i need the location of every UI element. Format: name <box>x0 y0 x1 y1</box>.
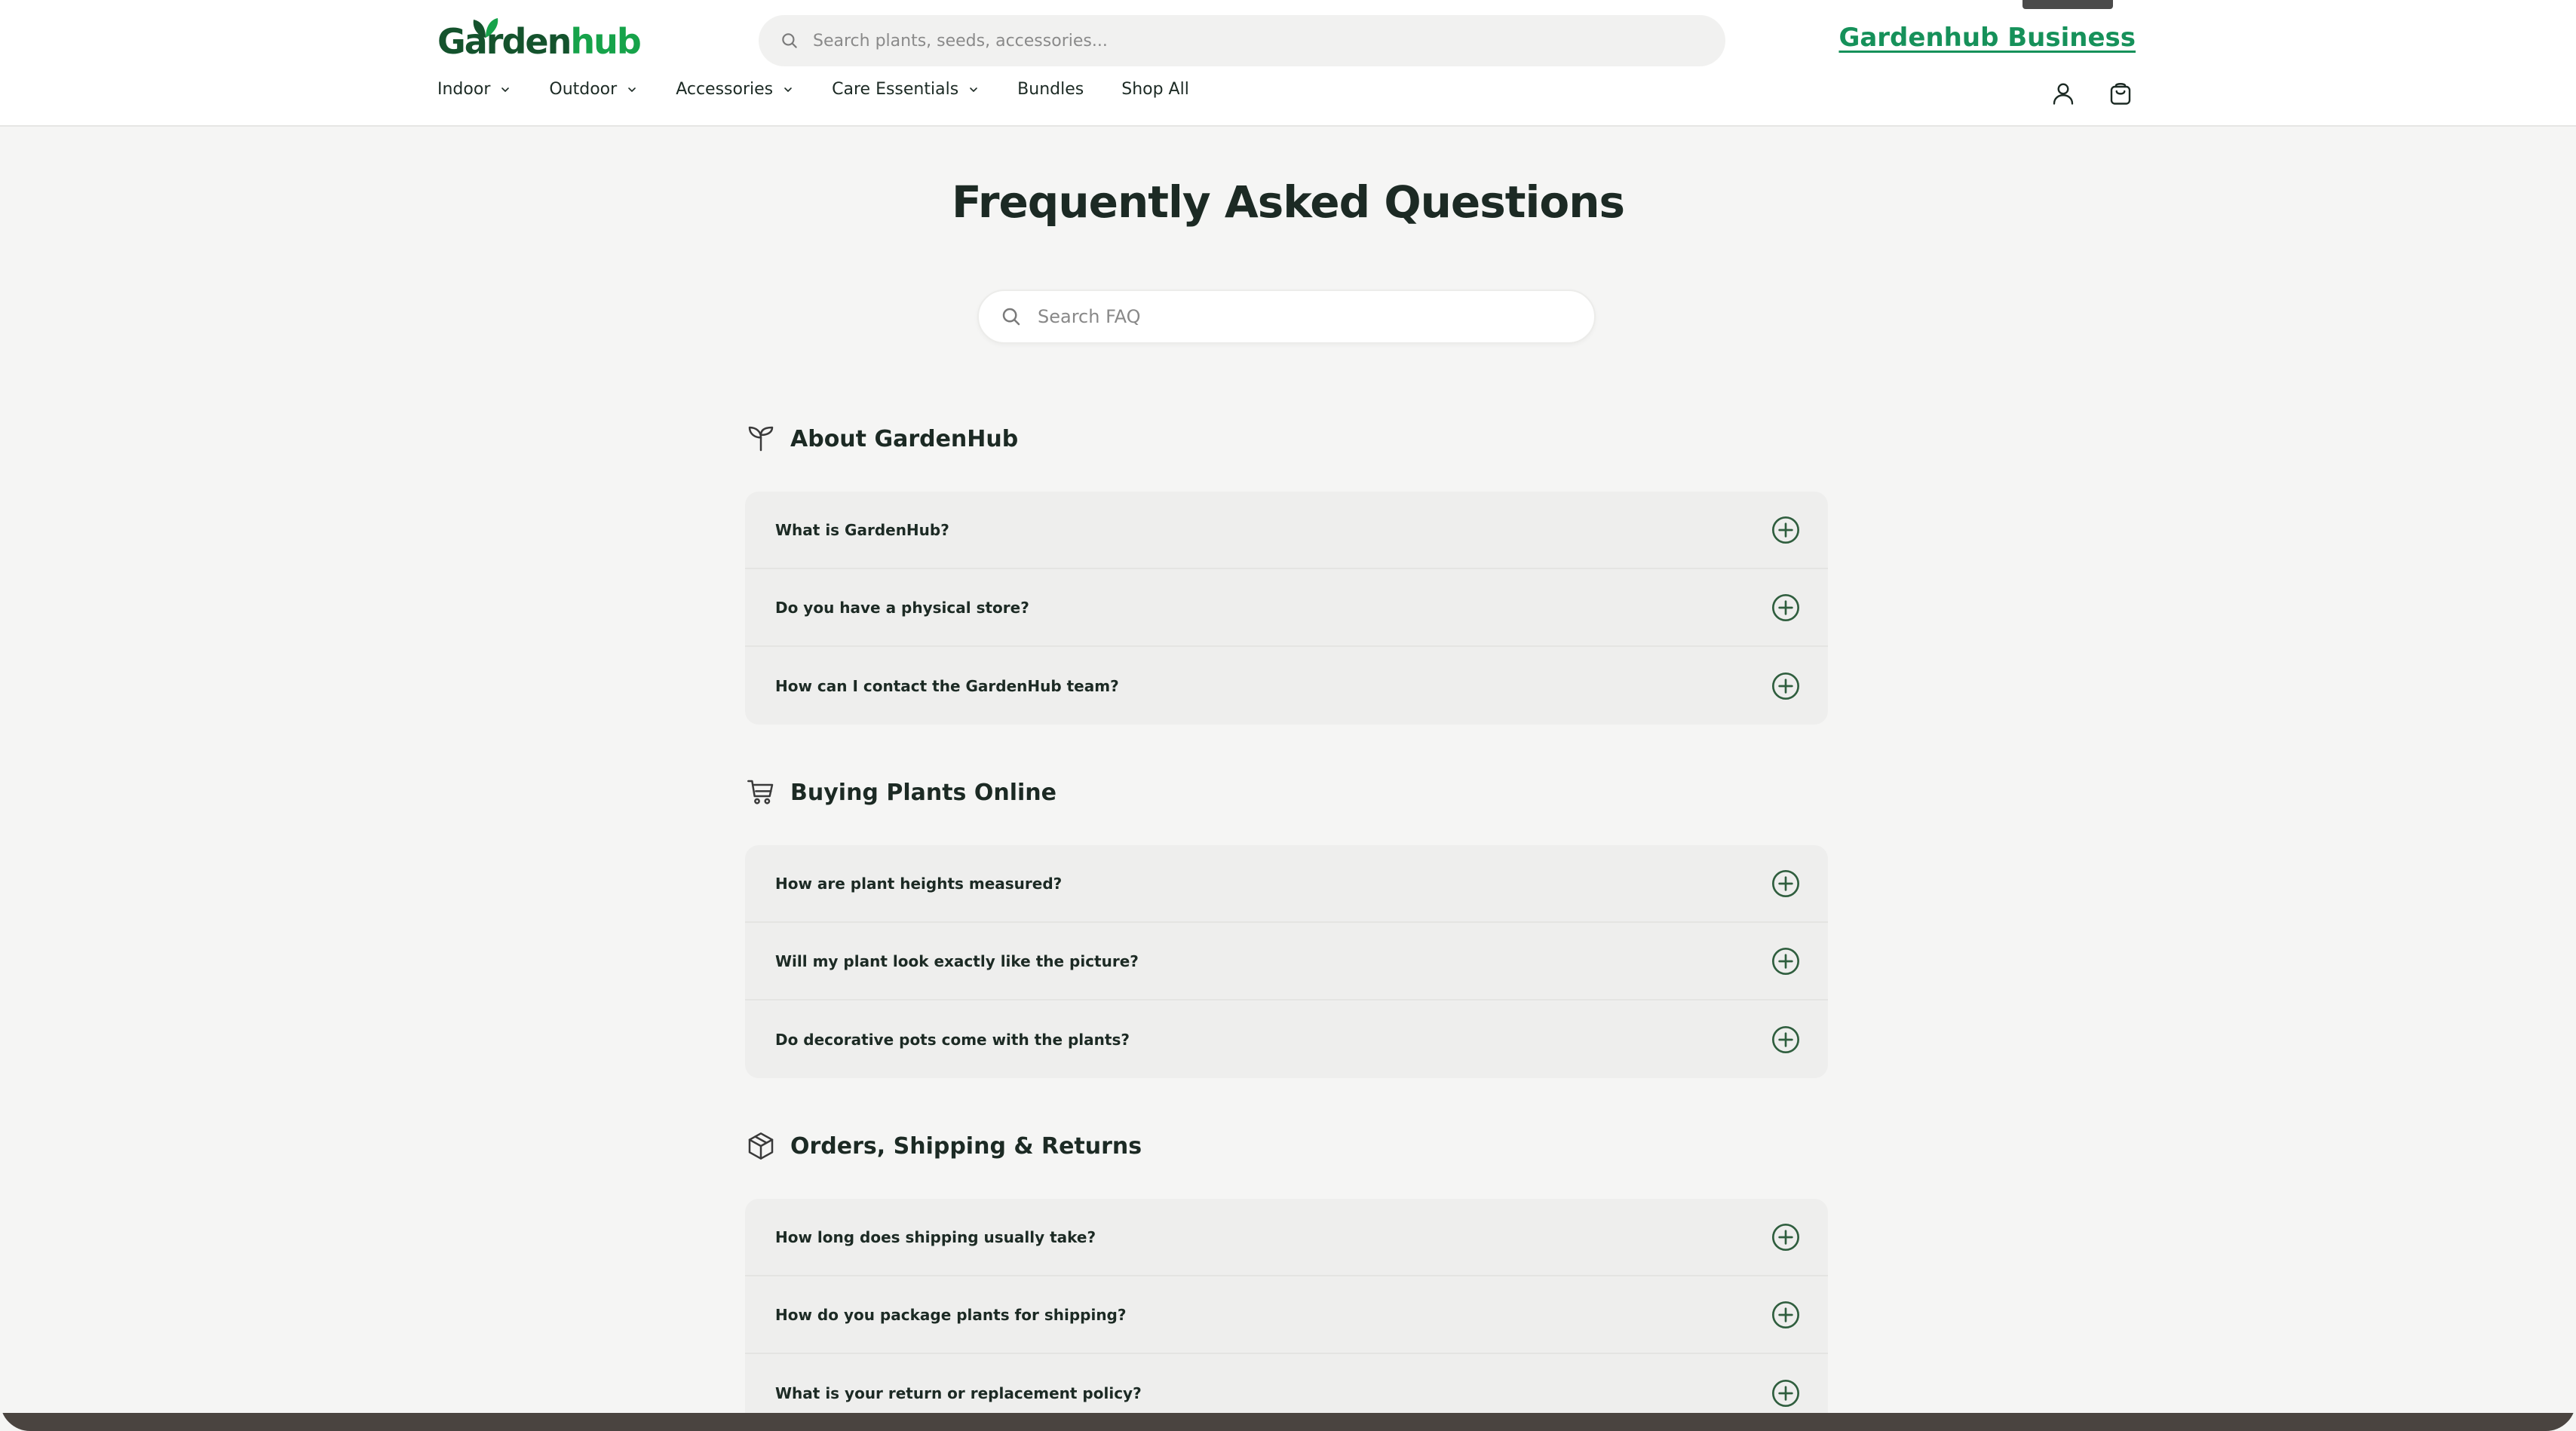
nav-item-indoor[interactable]: Indoor <box>437 80 511 99</box>
faq-search[interactable] <box>977 290 1596 344</box>
faq-question[interactable]: How can I contact the GardenHub team? <box>745 647 1828 725</box>
plus-circle-icon[interactable] <box>1771 671 1801 701</box>
nav-item-care-essentials[interactable]: Care Essentials <box>832 80 980 99</box>
faq-question[interactable]: How are plant heights measured? <box>745 845 1828 923</box>
nav-item-label: Care Essentials <box>832 80 959 99</box>
question-text: How do you package plants for shipping? <box>775 1305 1127 1324</box>
browser-page: Gardenhub Gardenhub Business Indoor Outd… <box>0 0 2576 1431</box>
chevron-down-icon <box>628 87 636 92</box>
faq-question[interactable]: What is GardenHub? <box>745 492 1828 569</box>
nav-item-label: Accessories <box>676 80 774 99</box>
nav-item-bundles[interactable]: Bundles <box>1017 80 1084 99</box>
question-text: Do decorative pots come with the plants? <box>775 1030 1130 1049</box>
page-content: Gardenhub Gardenhub Business Indoor Outd… <box>0 0 2576 1413</box>
nav-item-accessories[interactable]: Accessories <box>676 80 794 99</box>
nav-item-label: Shop All <box>1121 80 1189 99</box>
plus-circle-icon[interactable] <box>1771 1222 1801 1252</box>
logo-text-hub: hub <box>570 21 641 62</box>
faq-section-buying: Buying Plants Online How are plant heigh… <box>745 774 1828 1078</box>
cart-button[interactable] <box>2104 77 2137 110</box>
plus-circle-icon[interactable] <box>1771 1300 1801 1330</box>
faq-section-about: About GardenHub What is GardenHub? Do yo… <box>745 421 1828 725</box>
chevron-down-icon <box>501 87 510 92</box>
section-title: About GardenHub <box>790 425 1019 452</box>
tooltip-fragment <box>2022 0 2113 9</box>
faq-question[interactable]: Do you have a physical store? <box>745 569 1828 647</box>
faq-question[interactable]: How do you package plants for shipping? <box>745 1276 1828 1354</box>
site-header: Gardenhub Gardenhub Business Indoor Outd… <box>0 0 2576 127</box>
shopping-bag-icon <box>2110 83 2131 105</box>
nav-item-label: Bundles <box>1017 80 1084 99</box>
faq-search-input[interactable] <box>1038 306 1566 327</box>
question-text: How can I contact the GardenHub team? <box>775 676 1119 695</box>
cart-icon <box>745 777 777 808</box>
main-nav: Indoor Outdoor Accessories Care Essentia… <box>437 80 1227 99</box>
question-list: How are plant heights measured? Will my … <box>745 845 1828 1078</box>
search-icon <box>1002 308 1020 326</box>
site-search[interactable] <box>759 15 1725 66</box>
nav-item-outdoor[interactable]: Outdoor <box>549 80 638 99</box>
leaf-icon <box>473 18 498 38</box>
nav-item-label: Outdoor <box>549 80 618 99</box>
faq-section-orders: Orders, Shipping & Returns How long does… <box>745 1128 1828 1413</box>
window-bottom-edge <box>0 1413 2576 1431</box>
question-text: What is your return or replacement polic… <box>775 1384 1142 1402</box>
user-icon <box>2053 83 2074 105</box>
plus-circle-icon[interactable] <box>1771 946 1801 976</box>
plus-circle-icon[interactable] <box>1771 1025 1801 1055</box>
nav-item-shop-all[interactable]: Shop All <box>1121 80 1189 99</box>
logo-text-garden: Garden <box>437 21 572 62</box>
section-header: Orders, Shipping & Returns <box>745 1128 1828 1164</box>
box-icon <box>745 1130 777 1162</box>
question-list: What is GardenHub? Do you have a physica… <box>745 492 1828 725</box>
nav-item-label: Indoor <box>437 80 491 99</box>
question-text: How long does shipping usually take? <box>775 1227 1096 1246</box>
faq-question[interactable]: Do decorative pots come with the plants? <box>745 1000 1828 1078</box>
sprout-icon <box>745 423 777 455</box>
section-title: Orders, Shipping & Returns <box>790 1132 1142 1160</box>
question-list: How long does shipping usually take? How… <box>745 1199 1828 1413</box>
page-title: Frequently Asked Questions <box>951 176 1625 228</box>
site-logo[interactable]: Garden hub <box>437 18 642 62</box>
business-link[interactable]: Gardenhub Business <box>1838 23 2136 53</box>
chevron-down-icon <box>970 87 977 92</box>
site-search-input[interactable] <box>813 31 1642 51</box>
question-text: What is GardenHub? <box>775 520 949 539</box>
section-header: About GardenHub <box>745 421 1828 457</box>
section-title: Buying Plants Online <box>790 779 1056 806</box>
question-text: How are plant heights measured? <box>775 874 1063 893</box>
faq-question[interactable]: How long does shipping usually take? <box>745 1199 1828 1276</box>
search-icon <box>782 33 797 48</box>
chevron-down-icon <box>784 87 792 92</box>
question-text: Do you have a physical store? <box>775 598 1029 617</box>
question-text: Will my plant look exactly like the pict… <box>775 951 1139 970</box>
plus-circle-icon[interactable] <box>1771 1378 1801 1408</box>
faq-question[interactable]: What is your return or replacement polic… <box>745 1354 1828 1413</box>
plus-circle-icon[interactable] <box>1771 869 1801 899</box>
account-button[interactable] <box>2047 77 2080 110</box>
faq-question[interactable]: Will my plant look exactly like the pict… <box>745 923 1828 1000</box>
section-header: Buying Plants Online <box>745 774 1828 810</box>
plus-circle-icon[interactable] <box>1771 515 1801 545</box>
plus-circle-icon[interactable] <box>1771 593 1801 623</box>
